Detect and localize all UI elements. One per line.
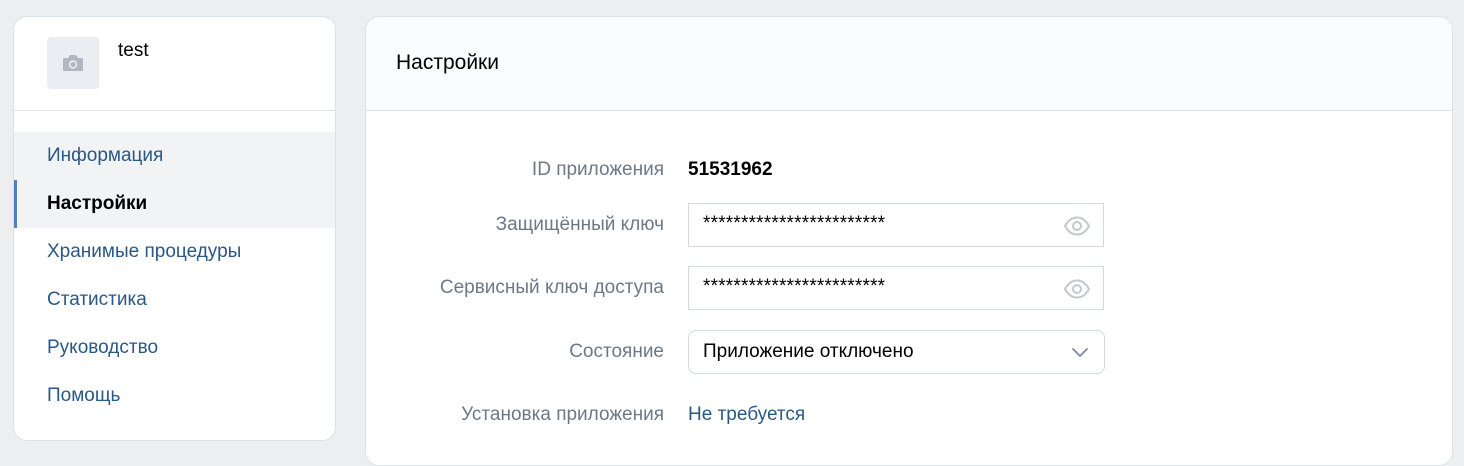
sidebar-item-help[interactable]: Помощь: [14, 372, 335, 420]
app-id-value: 51531962: [688, 159, 773, 180]
sidebar-item-statistics[interactable]: Статистика: [14, 276, 335, 324]
install-label: Установка приложения: [461, 404, 664, 425]
state-label: Состояние: [569, 341, 664, 362]
app-id-row: ID приложения 51531962: [366, 148, 1452, 192]
camera-icon: [63, 55, 83, 71]
app-avatar[interactable]: [47, 37, 99, 89]
service-key-label: Сервисный ключ доступа: [439, 277, 664, 298]
sidebar-item-settings[interactable]: Настройки: [14, 180, 335, 228]
sidebar-item-guide[interactable]: Руководство: [14, 324, 335, 372]
app-header: test: [14, 17, 335, 111]
sidebar-menu: Информация Настройки Хранимые процедуры …: [14, 132, 335, 420]
app-sidebar-card: test Информация Настройки Хранимые проце…: [13, 16, 336, 441]
state-row: Состояние Приложение отключено: [366, 330, 1452, 374]
secure-key-row: Защищённый ключ ************************: [366, 203, 1452, 247]
app-id-label: ID приложения: [531, 159, 664, 180]
chevron-down-icon: [1072, 348, 1088, 357]
sidebar-item-info[interactable]: Информация: [14, 132, 335, 180]
eye-icon[interactable]: [1063, 276, 1091, 302]
eye-icon[interactable]: [1063, 213, 1091, 239]
app-name: test: [118, 40, 149, 61]
secure-key-label: Защищённый ключ: [495, 214, 664, 235]
state-selected-value: Приложение отключено: [703, 341, 914, 362]
page-title: Настройки: [366, 17, 1452, 111]
service-key-field[interactable]: ************************: [688, 266, 1104, 310]
settings-card: Настройки ID приложения 51531962 Защищён…: [365, 16, 1453, 466]
secure-key-value: ************************: [703, 213, 886, 234]
state-select[interactable]: Приложение отключено: [688, 330, 1105, 374]
install-row: Установка приложения Не требуется: [366, 393, 1452, 437]
sidebar-item-stored-procedures[interactable]: Хранимые процедуры: [14, 228, 335, 276]
service-key-row: Сервисный ключ доступа *****************…: [366, 266, 1452, 310]
service-key-value: ************************: [703, 276, 886, 297]
install-value-link[interactable]: Не требуется: [688, 393, 805, 437]
secure-key-field[interactable]: ************************: [688, 203, 1104, 247]
